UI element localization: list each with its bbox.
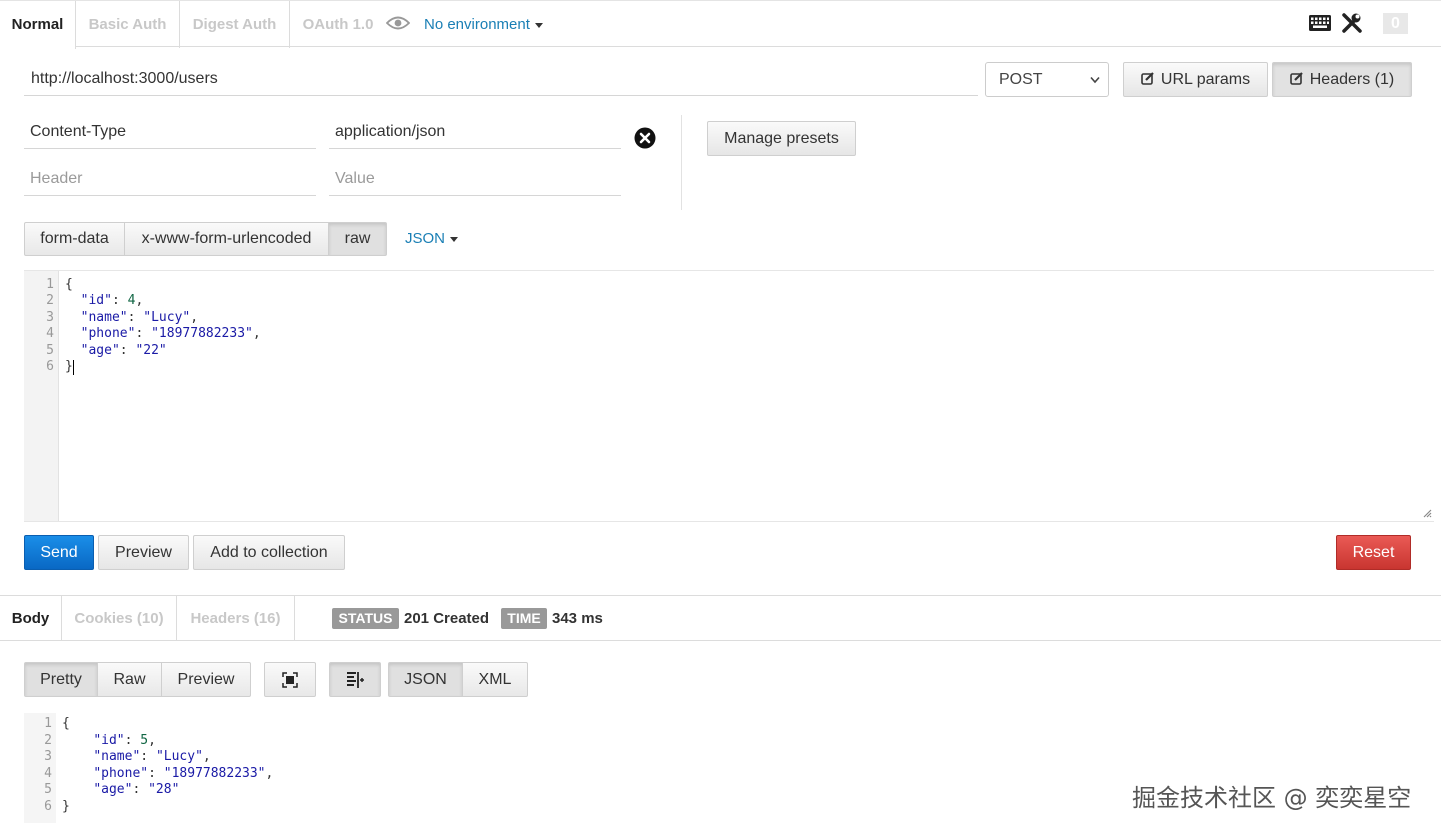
tab-basic-auth[interactable]: Basic Auth	[76, 1, 180, 48]
notification-count-badge[interactable]: 0	[1383, 13, 1408, 34]
wrap-lines-icon	[347, 672, 364, 688]
send-button[interactable]: Send	[24, 535, 94, 570]
code-line: {	[65, 277, 73, 292]
view-pretty-button[interactable]: Pretty	[24, 662, 98, 697]
body-type-form-data[interactable]: form-data	[24, 222, 125, 256]
time-value: 343 ms	[552, 610, 603, 627]
manage-presets-button[interactable]: Manage presets	[707, 121, 856, 156]
header-key-input[interactable]: Header	[24, 162, 316, 196]
divider	[681, 115, 682, 210]
watermark: 掘金技术社区 @ 奕奕星空	[1132, 784, 1412, 812]
status-value: 201 Created	[404, 610, 490, 627]
line-number: 4	[44, 765, 52, 781]
fullscreen-button[interactable]	[264, 662, 316, 697]
tab-normal[interactable]: Normal	[0, 1, 76, 49]
caret-down-icon	[534, 22, 543, 28]
response-body-viewer[interactable]: 1 2 3 4 5 6 { "id": 5, "name": "Lucy", "…	[24, 713, 1124, 823]
code-line: "age": "28"	[93, 782, 180, 797]
caret-down-icon	[450, 236, 459, 242]
auth-tab-bar: Normal Basic Auth Digest Auth OAuth 1.0 …	[0, 0, 1441, 49]
keyboard-icon[interactable]	[1308, 14, 1332, 32]
code-line: "phone": "18977882233",	[93, 765, 274, 781]
method-select[interactable]: POST	[985, 62, 1109, 97]
text-cursor	[73, 360, 74, 375]
tab-response-cookies[interactable]: Cookies (10)	[62, 596, 177, 641]
code-line: "id": 5,	[93, 732, 156, 748]
code-line: "name": "Lucy",	[80, 309, 199, 325]
line-number: 3	[46, 309, 54, 325]
code-line: }	[65, 359, 73, 374]
body-type-raw[interactable]: raw	[328, 222, 387, 256]
expand-icon	[282, 672, 298, 688]
code-line: }	[62, 798, 70, 814]
url-params-button[interactable]: URL params	[1123, 62, 1268, 97]
reset-button[interactable]: Reset	[1336, 535, 1411, 570]
view-preview-button[interactable]: Preview	[161, 662, 251, 697]
environment-label: No environment	[424, 16, 530, 33]
code-line: "phone": "18977882233",	[80, 326, 261, 342]
request-body-editor[interactable]: 1 2 3 4 5 6 { "id": 4, "name": "Lucy", "…	[24, 270, 1434, 522]
chevron-down-icon	[1090, 76, 1100, 84]
settings-tools-icon[interactable]	[1341, 12, 1363, 34]
line-number: 1	[44, 716, 52, 731]
body-format-label: JSON	[405, 230, 446, 247]
add-to-collection-button[interactable]: Add to collection	[193, 535, 345, 570]
method-value: POST	[999, 71, 1043, 88]
tab-oauth[interactable]: OAuth 1.0	[290, 1, 386, 48]
code-line: {	[62, 716, 70, 731]
line-number: 4	[46, 326, 54, 342]
line-number: 2	[44, 732, 52, 748]
environment-dropdown[interactable]: No environment	[424, 16, 543, 33]
resize-handle-icon[interactable]	[1422, 508, 1432, 518]
url-params-label: URL params	[1160, 71, 1251, 88]
header-key-field[interactable]: Content-Type	[24, 115, 316, 149]
edit-icon	[1289, 72, 1303, 85]
view-raw-button[interactable]: Raw	[97, 662, 162, 697]
line-number: 1	[46, 277, 54, 292]
wrap-lines-button[interactable]	[329, 662, 381, 697]
format-xml-button[interactable]: XML	[462, 662, 528, 697]
time-label: TIME	[501, 608, 547, 629]
eye-icon[interactable]	[386, 15, 410, 31]
response-tab-bar: Body Cookies (10) Headers (16) STATUS 20…	[0, 595, 1441, 641]
line-number: 5	[46, 342, 54, 358]
code-line: "age": "22"	[80, 342, 167, 358]
line-number: 3	[44, 749, 52, 764]
remove-header-icon[interactable]	[634, 127, 656, 149]
code-line: "name": "Lucy",	[93, 749, 211, 764]
body-type-urlencoded[interactable]: x-www-form-urlencoded	[124, 222, 329, 256]
status-label: STATUS	[332, 608, 399, 629]
header-value-input[interactable]: Value	[329, 162, 621, 196]
line-number: 6	[46, 359, 54, 374]
body-format-dropdown[interactable]: JSON	[405, 230, 459, 247]
code-line: "id": 4,	[80, 293, 144, 309]
url-input[interactable]	[24, 62, 978, 96]
tab-digest-auth[interactable]: Digest Auth	[180, 1, 290, 48]
tab-response-headers[interactable]: Headers (16)	[177, 596, 295, 641]
headers-label: Headers (1)	[1309, 71, 1395, 88]
line-number: 6	[44, 798, 52, 814]
line-number: 2	[46, 293, 54, 309]
line-number: 5	[44, 782, 52, 797]
header-value-field[interactable]: application/json	[329, 115, 621, 149]
preview-button[interactable]: Preview	[98, 535, 189, 570]
tab-response-body[interactable]: Body	[0, 596, 62, 641]
edit-icon	[1141, 72, 1154, 85]
format-json-button[interactable]: JSON	[388, 662, 463, 697]
headers-button[interactable]: Headers (1)	[1272, 62, 1412, 97]
